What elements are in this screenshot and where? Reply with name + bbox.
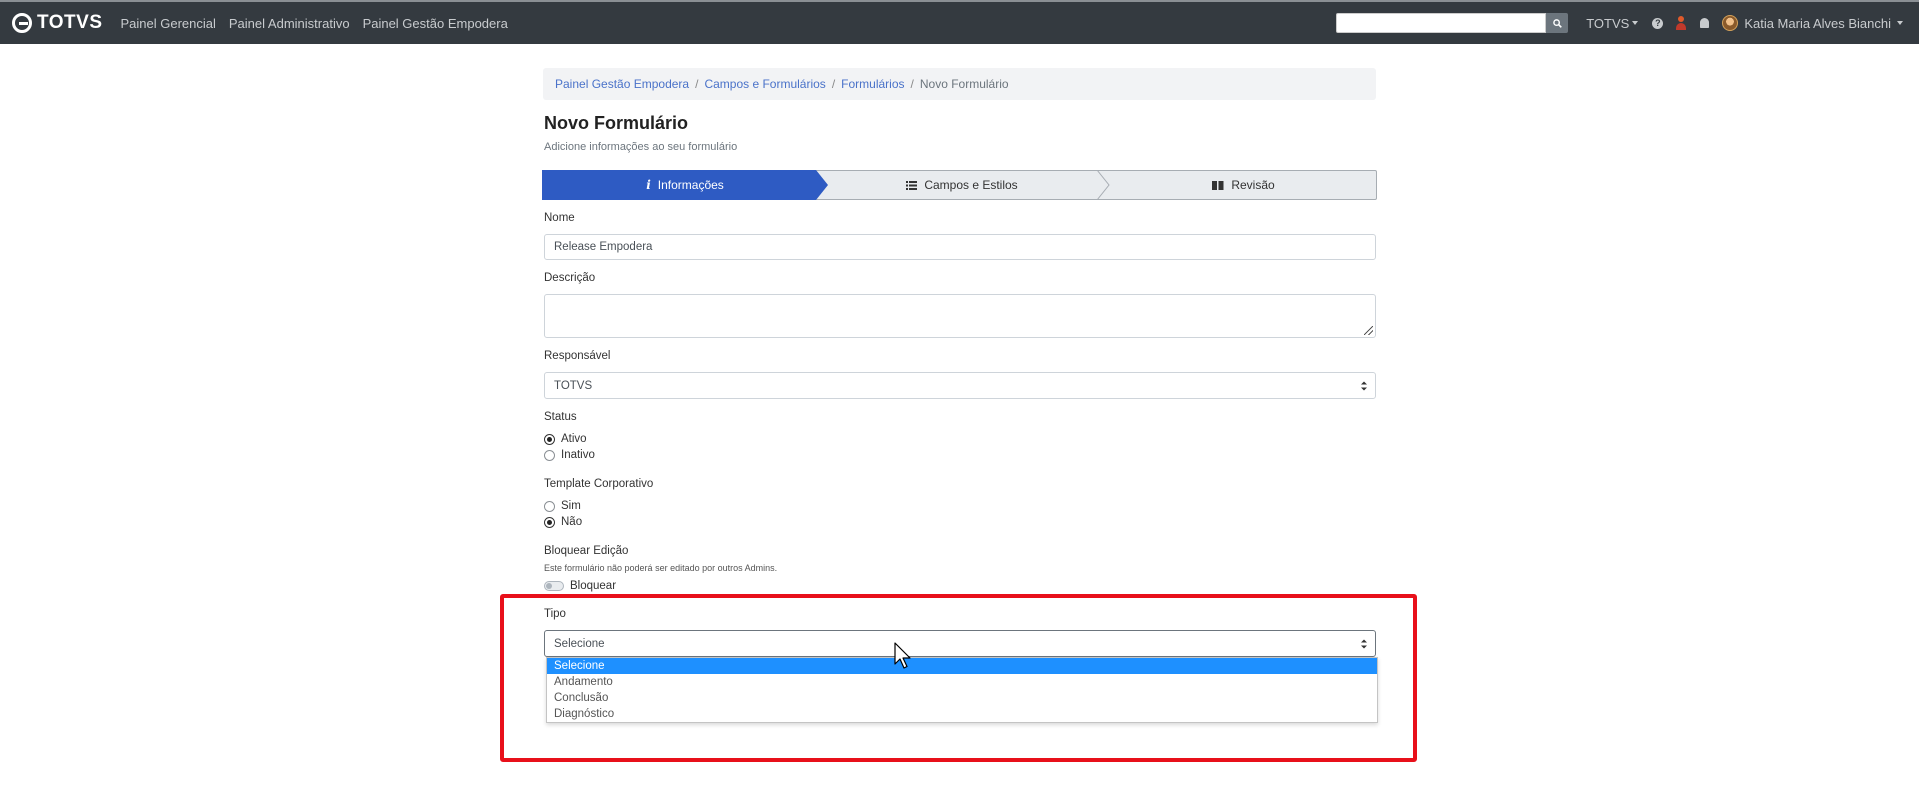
page-subtitle: Adicione informações ao seu formulário <box>544 141 738 153</box>
bloquear-note: Este formulário não poderá ser editado p… <box>544 563 778 573</box>
status-option-label: Ativo <box>561 433 587 445</box>
breadcrumb-separator: / <box>910 77 914 91</box>
list-icon <box>906 180 918 190</box>
user-name: Katia Maria Alves Bianchi <box>1744 15 1891 31</box>
bell-icon[interactable] <box>1700 18 1710 28</box>
search-button[interactable] <box>1546 13 1569 33</box>
wizard-steps: i Informações Campos e Estilos Revisão <box>542 170 1377 200</box>
step-informacoes-label[interactable]: i Informações <box>542 170 828 200</box>
resize-handle-icon[interactable] <box>1364 326 1373 335</box>
nome-input[interactable]: Release Empodera <box>544 234 1376 260</box>
breadcrumb-separator: / <box>695 77 699 91</box>
radio-unchecked-icon[interactable] <box>544 500 555 512</box>
template-option-nao[interactable]: Não <box>544 516 582 528</box>
highlight-box <box>500 594 1417 762</box>
breadcrumb-link-campos[interactable]: Campos e Formulários <box>704 77 825 91</box>
status-option-label: Inativo <box>561 449 595 461</box>
help-icon[interactable]: ? <box>1652 17 1664 29</box>
nav-link-painel-administrativo[interactable]: Painel Administrativo <box>229 16 350 31</box>
brand-logo[interactable]: TOTVS <box>12 12 103 34</box>
template-option-sim[interactable]: Sim <box>544 500 581 512</box>
chevron-down-icon <box>1897 21 1903 25</box>
breadcrumb-link-formularios[interactable]: Formulários <box>841 77 904 91</box>
step-informacoes-text: Informações <box>657 178 724 192</box>
search-icon <box>1552 18 1562 28</box>
nome-input-value: Release Empodera <box>554 241 653 253</box>
search-input[interactable] <box>1336 13 1547 33</box>
breadcrumb-separator: / <box>831 77 836 91</box>
chevron-down-icon <box>1632 21 1639 25</box>
status-option-inativo[interactable]: Inativo <box>544 449 595 461</box>
template-option-label: Sim <box>561 500 581 512</box>
org-dropdown-label: TOTVS <box>1586 15 1630 31</box>
brand-name: TOTVS <box>37 12 103 33</box>
responsavel-value: TOTVS <box>554 379 593 392</box>
step-revisao-text: Revisão <box>1231 178 1275 192</box>
bloquear-toggle-label: Bloquear <box>570 580 617 592</box>
totvs-logo-icon <box>12 13 32 33</box>
descricao-textarea[interactable] <box>544 294 1376 338</box>
select-arrows-icon <box>1361 381 1367 390</box>
descricao-label: Descrição <box>544 272 596 284</box>
radio-checked-icon[interactable] <box>544 516 555 528</box>
responsavel-label: Responsável <box>544 350 611 362</box>
step-campos-estilos[interactable]: Campos e Estilos <box>828 170 1096 200</box>
org-dropdown[interactable]: TOTVS <box>1586 15 1639 31</box>
radio-checked-icon[interactable] <box>544 433 555 445</box>
step-revisao[interactable]: Revisão <box>1110 170 1377 200</box>
status-option-ativo[interactable]: Ativo <box>544 433 587 445</box>
person-icon[interactable] <box>1675 16 1687 30</box>
info-icon: i <box>646 178 651 192</box>
bloquear-toggle[interactable] <box>544 581 564 591</box>
avatar[interactable] <box>1722 15 1739 31</box>
page-title: Novo Formulário <box>544 113 689 133</box>
step-campos-estilos-text: Campos e Estilos <box>924 178 1018 192</box>
nome-label: Nome <box>544 212 575 224</box>
bloquear-label: Bloquear Edição <box>544 545 629 557</box>
breadcrumb-current: Novo Formulário <box>919 77 1009 91</box>
mouse-cursor-icon <box>894 642 911 669</box>
step-divider <box>1096 170 1110 200</box>
user-menu[interactable]: Katia Maria Alves Bianchi <box>1744 16 1903 31</box>
nav-link-painel-gerencial[interactable]: Painel Gerencial <box>121 16 216 31</box>
responsavel-select[interactable]: TOTVS <box>544 372 1376 399</box>
breadcrumb-link-painel[interactable]: Painel Gestão Empodera <box>555 77 689 91</box>
template-label: Template Corporativo <box>544 478 654 490</box>
bloquear-toggle-row[interactable]: Bloquear <box>544 580 616 592</box>
top-navbar: TOTVS Painel Gerencial Painel Administra… <box>0 0 1919 44</box>
book-icon <box>1212 180 1224 190</box>
status-label: Status <box>544 411 577 423</box>
radio-unchecked-icon[interactable] <box>544 449 555 461</box>
template-option-label: Não <box>561 516 583 528</box>
nav-link-painel-gestao-empodera[interactable]: Painel Gestão Empodera <box>363 16 508 31</box>
breadcrumb: Painel Gestão Empodera / Campos e Formul… <box>543 68 1376 100</box>
